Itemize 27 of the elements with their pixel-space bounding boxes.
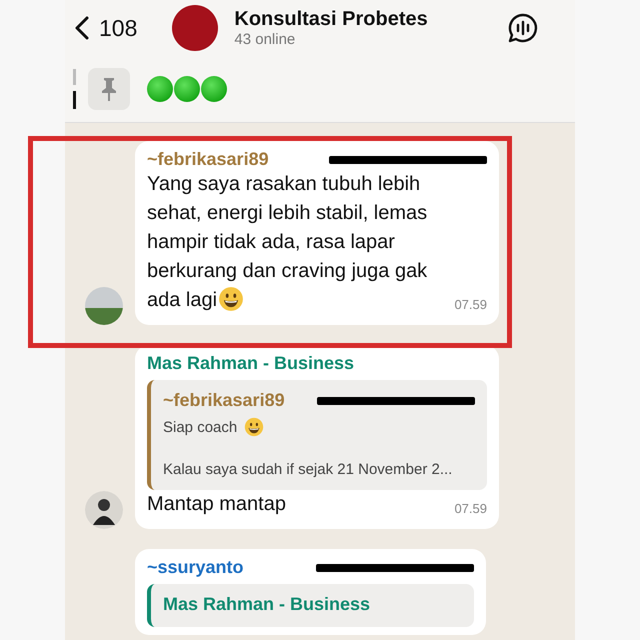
chevron-left-icon[interactable] <box>75 16 89 40</box>
sender-name: Mas Rahman - Business <box>147 353 354 374</box>
quoted-message[interactable]: Mas Rahman - Business <box>147 584 474 627</box>
chat-title[interactable]: Konsultasi Probetes <box>234 8 507 31</box>
voice-chat-icon[interactable] <box>507 12 539 44</box>
message-time: 07.59 <box>454 297 487 314</box>
quoted-sender: Mas Rahman - Business <box>163 594 370 615</box>
sender-name: ~febrikasari89 <box>147 149 269 170</box>
message-text: Yang saya rasakan tubuh lebih sehat, energi lebih stabil, lemas hampir tidak ada, rasa lapar berkurang dan craving juga gak ada lagi <box>147 172 428 314</box>
pin-indicator-icon <box>73 69 76 109</box>
quoted-message[interactable]: ~febrikasari89 Siap coach Kalau saya sudah if sejak 21 November 2... <box>147 380 487 490</box>
online-count: 43 online <box>234 31 296 48</box>
quoted-text: Siap coach <box>163 418 238 436</box>
group-avatar[interactable] <box>172 5 218 51</box>
sender-name: ~ssuryanto <box>147 557 244 578</box>
quoted-text: Kalau saya sudah if sejak 21 November 2... <box>163 461 452 478</box>
avatar-silhouette-icon[interactable] <box>85 491 123 529</box>
dot-emoji-icon <box>174 76 200 102</box>
back-button[interactable]: 108 <box>75 14 138 42</box>
message-time: 07.59 <box>454 501 487 518</box>
dot-emoji-icon <box>201 76 227 102</box>
photo-placeholder[interactable] <box>85 287 123 325</box>
pin-button[interactable] <box>88 68 130 110</box>
quoted-sender: ~febrikasari89 <box>163 390 285 411</box>
dot-emoji-icon <box>147 76 173 102</box>
message-text: Mantap mantap <box>147 492 287 517</box>
pin-icon[interactable] <box>99 76 119 102</box>
